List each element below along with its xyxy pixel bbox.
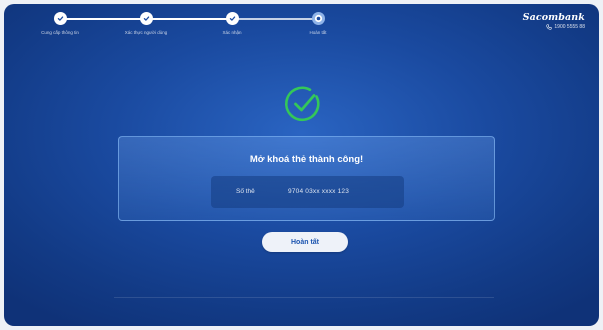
step-1-label: Cung cấp thông tin [41, 30, 79, 35]
check-icon [57, 16, 64, 21]
stepper-connector [232, 18, 318, 20]
success-check-icon [284, 86, 320, 122]
kiosk-screen: Cung cấp thông tin Xác thực người dùng X… [4, 4, 599, 326]
step-3-label: Xác nhận [222, 30, 242, 35]
step-1-dot [54, 12, 67, 25]
result-title: Mở khoá thẻ thành công! [249, 154, 364, 165]
card-info-box: Số thẻ 9704 03xx xxxx 123 [211, 176, 404, 208]
stepper-connector [146, 18, 232, 20]
check-icon [143, 16, 150, 21]
done-button[interactable]: Hoàn tất [262, 232, 348, 252]
card-number-label: Số thẻ [236, 188, 255, 195]
hotline: 1900 5555 88 [523, 24, 585, 30]
step-3-dot [226, 12, 239, 25]
step-4-label: Hoàn tất [309, 30, 327, 35]
step-2-dot [140, 12, 153, 25]
card-number-value: 9704 03xx xxxx 123 [288, 188, 350, 195]
result-panel: Mở khoá thẻ thành công! Số thẻ 9704 03xx… [118, 136, 495, 221]
phone-icon [546, 24, 553, 30]
footer-divider [114, 297, 494, 298]
step-2-label: Xác thực người dùng [124, 30, 168, 35]
hotline-number: 1900 5555 88 [554, 24, 585, 30]
current-step-icon [314, 14, 323, 23]
check-icon [229, 16, 236, 21]
step-4-dot [312, 12, 325, 25]
stepper-connector [60, 18, 146, 20]
progress-stepper: Cung cấp thông tin Xác thực người dùng X… [4, 4, 599, 52]
brand-logo: Sacombank [522, 12, 585, 23]
brand-block: Sacombank 1900 5555 88 [523, 12, 585, 30]
